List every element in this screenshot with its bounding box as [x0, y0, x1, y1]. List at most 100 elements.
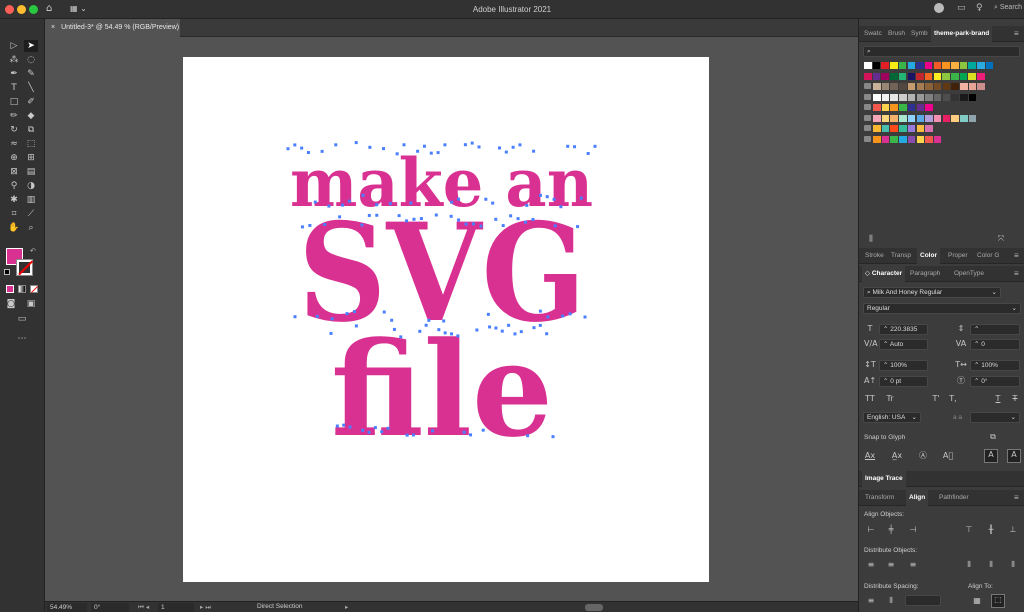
- anchor-point[interactable]: [412, 217, 416, 221]
- anchor-point[interactable]: [463, 143, 467, 147]
- anchor-point[interactable]: [354, 324, 358, 328]
- anchor-point[interactable]: [424, 323, 428, 327]
- distribute-right-icon[interactable]: ⫴: [1007, 560, 1019, 570]
- color-swatch[interactable]: [933, 72, 942, 80]
- anchor-point[interactable]: [429, 151, 433, 155]
- search-field[interactable]: ⌕ Search: [994, 4, 1022, 12]
- zoom-level-field[interactable]: 54.49%: [47, 603, 87, 612]
- snap-anchor-point-icon[interactable]: A: [1007, 449, 1021, 463]
- panel-menu-icon[interactable]: ≡: [1014, 29, 1019, 38]
- anchor-point[interactable]: [323, 223, 327, 227]
- anchor-point[interactable]: [511, 145, 515, 149]
- color-swatch[interactable]: [907, 135, 916, 143]
- artboard-number-field[interactable]: 1: [158, 603, 194, 612]
- color-swatch[interactable]: [925, 93, 933, 101]
- anchor-point[interactable]: [504, 150, 508, 154]
- small-caps-button[interactable]: Tr: [884, 394, 896, 404]
- anchor-point[interactable]: [484, 197, 488, 201]
- tab-symbols[interactable]: Symb: [908, 26, 931, 42]
- anchor-point[interactable]: [516, 217, 520, 221]
- swatch-search-input[interactable]: ⌕: [863, 46, 1020, 57]
- color-swatch[interactable]: [898, 72, 907, 80]
- anchor-point[interactable]: [436, 151, 440, 155]
- tab-pathfinder[interactable]: Pathfinder: [936, 490, 972, 506]
- subscript-button[interactable]: T,: [947, 394, 959, 404]
- none-mode-icon[interactable]: [30, 285, 39, 294]
- anchor-point[interactable]: [367, 430, 371, 434]
- free-transform-tool-icon[interactable]: ⬚: [24, 138, 38, 150]
- anchor-point[interactable]: [449, 214, 453, 218]
- anchor-point[interactable]: [345, 312, 349, 316]
- previous-artboard-icon[interactable]: ⏮ ◂: [138, 603, 149, 612]
- anchor-point[interactable]: [411, 433, 415, 437]
- swatch-group-folder-icon[interactable]: [864, 135, 871, 142]
- slice-tool-icon[interactable]: ⟋: [24, 208, 38, 220]
- tab-character[interactable]: ◇ Character: [862, 266, 906, 282]
- swatch-group-folder-icon[interactable]: [864, 114, 871, 121]
- align-top-icon[interactable]: ⊤: [963, 525, 975, 535]
- color-swatch[interactable]: [916, 104, 924, 111]
- color-swatch[interactable]: [916, 125, 924, 132]
- anchor-point[interactable]: [538, 193, 542, 197]
- color-swatch[interactable]: [881, 62, 889, 69]
- swatch-group-folder-icon[interactable]: [864, 83, 871, 89]
- color-swatch[interactable]: [925, 83, 933, 90]
- color-swatch[interactable]: [881, 104, 890, 111]
- color-swatch[interactable]: [881, 114, 890, 122]
- anchor-point[interactable]: [386, 426, 390, 430]
- tab-paragraph[interactable]: Paragraph: [907, 266, 943, 282]
- anchor-point[interactable]: [348, 425, 352, 429]
- anchor-point[interactable]: [388, 202, 392, 206]
- all-caps-button[interactable]: TT: [864, 394, 876, 404]
- change-screen-mode-icon[interactable]: ▭: [15, 313, 29, 325]
- anchor-point[interactable]: [551, 435, 555, 439]
- color-swatch[interactable]: [933, 83, 942, 90]
- color-swatch[interactable]: [881, 72, 889, 80]
- anchor-point[interactable]: [497, 146, 501, 150]
- underline-button[interactable]: T: [992, 394, 1004, 404]
- color-swatch[interactable]: [873, 93, 881, 101]
- horizontal-scrollbar[interactable]: [585, 604, 603, 611]
- anchor-point[interactable]: [583, 315, 587, 319]
- anchor-point[interactable]: [419, 217, 423, 221]
- color-swatch[interactable]: [951, 114, 959, 122]
- anchor-point[interactable]: [443, 331, 447, 335]
- anchor-point[interactable]: [334, 143, 338, 147]
- anchor-point[interactable]: [300, 225, 304, 229]
- tab-image-trace[interactable]: Image Trace: [862, 471, 906, 487]
- delete-swatch-icon[interactable]: ⤧: [995, 234, 1007, 244]
- anchor-point[interactable]: [469, 433, 473, 437]
- anchor-point[interactable]: [320, 149, 324, 153]
- swatch-group-folder-icon[interactable]: [864, 125, 871, 131]
- eraser-tool-icon[interactable]: ◆: [24, 110, 38, 122]
- anchor-point[interactable]: [293, 143, 297, 147]
- language-dropdown[interactable]: English: USA ⌄: [863, 412, 921, 423]
- color-swatch[interactable]: [890, 135, 898, 143]
- anchor-point[interactable]: [360, 223, 364, 227]
- baseline-shift-field[interactable]: ⌃ 0 pt: [879, 376, 928, 387]
- color-swatch[interactable]: [942, 93, 951, 101]
- color-swatch[interactable]: [899, 114, 907, 122]
- color-mode-icon[interactable]: [6, 285, 14, 293]
- pen-tool-icon[interactable]: ✒: [7, 68, 21, 80]
- anchor-point[interactable]: [402, 143, 406, 147]
- anchor-point[interactable]: [395, 152, 399, 156]
- anchor-point[interactable]: [293, 315, 297, 319]
- eyedropper-tool-icon[interactable]: ⚲: [7, 180, 21, 192]
- font-size-field[interactable]: ⌃ 220.3835: [879, 324, 928, 335]
- distribute-horizontal-center-icon[interactable]: ⫴: [985, 560, 997, 570]
- tab-opentype[interactable]: OpenType: [951, 266, 987, 282]
- color-swatch[interactable]: [968, 83, 977, 90]
- vertical-distribute-space-icon[interactable]: ≡: [865, 596, 877, 606]
- color-swatch[interactable]: [942, 114, 951, 122]
- column-graph-tool-icon[interactable]: ▥: [24, 194, 38, 206]
- anchor-point[interactable]: [566, 144, 570, 148]
- distribute-spacing-field[interactable]: [905, 595, 941, 606]
- anchor-point[interactable]: [586, 151, 590, 155]
- panel-menu-icon[interactable]: ≡: [1014, 251, 1019, 260]
- anchor-point[interactable]: [367, 213, 371, 217]
- anchor-point[interactable]: [475, 328, 479, 332]
- anchor-point[interactable]: [509, 214, 513, 218]
- anchor-point[interactable]: [462, 430, 466, 434]
- anchor-point[interactable]: [477, 145, 481, 149]
